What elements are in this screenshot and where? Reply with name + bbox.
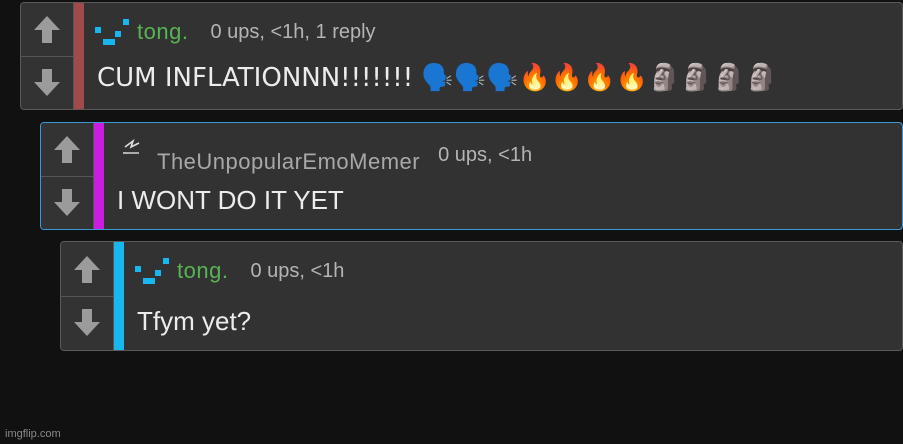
upvote-button[interactable] — [61, 242, 114, 296]
comment-2: TheUnpopularEmoMemer 0 ups, <1h I WONT D… — [40, 122, 903, 230]
comment-body: Tfym yet? — [137, 306, 252, 336]
upvote-button[interactable] — [21, 3, 74, 56]
comment-meta: 0 ups, <1h, 1 reply — [210, 20, 376, 43]
depth-bar — [74, 3, 84, 109]
comment-1: tong. 0 ups, <1h, 1 reply CUM INFLATIONN… — [20, 2, 903, 110]
username[interactable]: tong. — [137, 19, 188, 45]
upvote-button[interactable] — [41, 123, 94, 176]
pixel-stairs-icon[interactable] — [133, 256, 169, 286]
arrow-down-icon — [74, 309, 100, 337]
downvote-button[interactable] — [61, 295, 114, 350]
arrow-up-icon — [34, 16, 60, 44]
vote-column — [61, 242, 114, 350]
arrow-up-icon — [74, 255, 100, 283]
comment-header: tong. 0 ups, <1h — [133, 256, 344, 286]
downvote-button[interactable] — [21, 55, 74, 109]
comment-header: TheUnpopularEmoMemer 0 ups, <1h — [119, 133, 532, 175]
comment-meta: 0 ups, <1h — [438, 143, 533, 166]
comment-body: I WONT DO IT YET — [117, 185, 344, 215]
username[interactable]: tong. — [177, 258, 228, 284]
watermark: imgflip.com — [5, 428, 61, 440]
arrow-down-icon — [54, 188, 80, 216]
comment-meta: 0 ups, <1h — [250, 259, 345, 282]
vote-column — [41, 123, 94, 229]
lightning-scribble-icon[interactable] — [119, 137, 149, 171]
depth-bar — [114, 242, 124, 350]
arrow-down-icon — [34, 68, 60, 96]
username[interactable]: TheUnpopularEmoMemer — [157, 149, 420, 175]
depth-bar — [94, 123, 104, 229]
comment-3: tong. 0 ups, <1h Tfym yet? — [60, 241, 903, 351]
downvote-button[interactable] — [41, 175, 94, 229]
vote-column — [21, 3, 74, 109]
pixel-stairs-icon[interactable] — [93, 17, 129, 47]
arrow-up-icon — [54, 136, 80, 164]
comment-body: CUM INFLATIONNN!!!!!!! 🗣️🗣️🗣️🔥🔥🔥🔥🗿🗿🗿🗿 — [97, 63, 778, 93]
comment-header: tong. 0 ups, <1h, 1 reply — [93, 17, 376, 47]
